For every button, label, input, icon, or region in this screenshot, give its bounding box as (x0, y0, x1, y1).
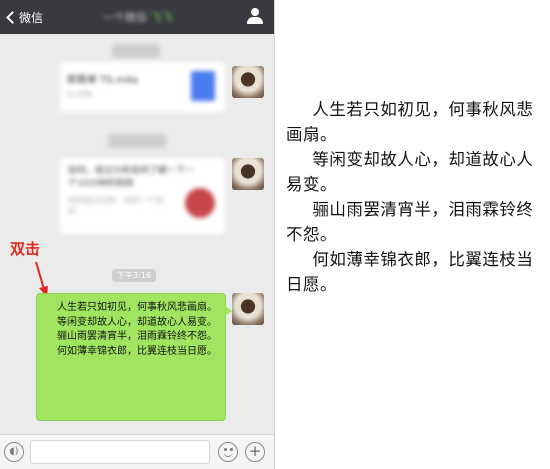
person-icon[interactable] (247, 8, 263, 25)
poem-line: 何如薄幸锦衣郎，比翼连枝当日愿。 (286, 250, 534, 294)
input-bar: ◖) + (0, 434, 274, 469)
chat-title-accent: 飞飞 (150, 11, 173, 24)
avatar[interactable] (232, 293, 264, 325)
file-size: 8.1MB (67, 90, 93, 99)
avatar[interactable] (232, 66, 264, 98)
bubble-line: 人生若只如初见，何事秋风悲画扇。 (57, 302, 217, 313)
plus-icon[interactable]: + (245, 442, 265, 462)
link-message-card[interactable]: 如何，经过分析如何了解一下一个10分钟的视频 如何经过分析，如何一个好的 (60, 158, 225, 234)
poem-line: 骊山雨罢清宵半，泪雨霖铃终不怨。 (286, 200, 534, 244)
phone-screenshot: 微信 一个微信·飞飞 新歌单 TS.m4a 8.1MB 如何，经过分析如何了解一… (0, 0, 275, 469)
bubble-line: 等闲变却故人心，却道故心人易变。 (57, 316, 217, 328)
back-button[interactable]: 微信 (4, 8, 43, 26)
link-thumbnail (185, 188, 215, 218)
chat-title: 一个微信·飞飞 (70, 9, 205, 25)
voice-icon[interactable]: ◖) (4, 442, 24, 462)
document-icon (191, 71, 215, 101)
file-message-card[interactable]: 新歌单 TS.m4a 8.1MB (60, 62, 225, 112)
avatar[interactable] (232, 158, 264, 190)
double-click-annotation: 双击 (10, 240, 41, 258)
link-description: 如何经过分析，如何一个好的 (68, 196, 164, 216)
message-input[interactable] (30, 440, 210, 464)
message-timestamp: 下午3:16 (112, 269, 156, 282)
bubble-line: 骊山雨罢清宵半，泪雨霖铃终不怨。 (57, 331, 217, 342)
chevron-left-icon (6, 10, 19, 24)
time-divider (108, 134, 166, 148)
file-name: 新歌单 TS.m4a (67, 75, 139, 86)
link-title: 如何，经过分析如何了解一下一个10分钟的视频 (68, 166, 195, 189)
poem-text: 人生若只如初见，何事秋风悲画扇。 等闲变却故人心，却道故心人易变。 骊山雨罢清宵… (286, 97, 541, 297)
back-label: 微信 (19, 10, 44, 25)
poem-line: 等闲变却故人心，却道故心人易变。 (286, 150, 534, 194)
chat-title-text: 一个微信· (102, 11, 151, 24)
chat-header: 微信 一个微信·飞飞 (0, 0, 274, 34)
sent-text-bubble[interactable]: 人生若只如初见，何事秋风悲画扇。 等闲变却故人心，却道故心人易变。 骊山雨罢清宵… (36, 293, 232, 421)
emoji-icon[interactable] (218, 442, 238, 462)
time-divider (112, 44, 160, 58)
poem-line: 人生若只如初见，何事秋风悲画扇。 (286, 100, 534, 144)
bubble-line: 何如薄幸锦衣郎，比翼连枝当日愿。 (57, 345, 217, 357)
